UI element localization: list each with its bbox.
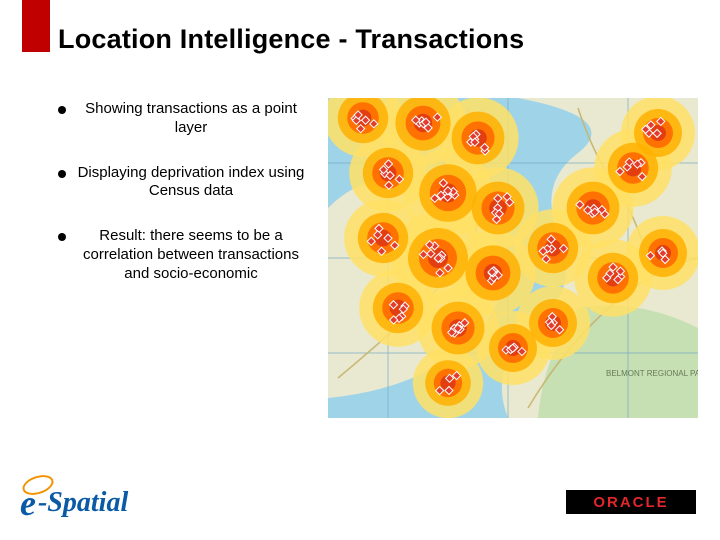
accent-bar (22, 0, 50, 52)
bullet-text: Displaying deprivation index using Censu… (76, 164, 306, 202)
slide: Location Intelligence - Transactions Sho… (0, 0, 720, 540)
bullet-list: Showing transactions as a point layer Di… (58, 100, 318, 309)
bullet-item: Result: there seems to be a correlation … (58, 227, 318, 283)
bullet-dot-icon (58, 233, 66, 241)
bullet-item: Displaying deprivation index using Censu… (58, 164, 318, 202)
slide-title: Location Intelligence - Transactions (58, 24, 524, 55)
logo-espatial-e: e (20, 482, 36, 524)
bullet-text: Showing transactions as a point layer (76, 100, 306, 138)
logo-oracle-text: ORACLE (593, 494, 668, 511)
bullet-item: Showing transactions as a point layer (58, 100, 318, 138)
map-park-label: BELMONT REGIONAL PARK (606, 369, 698, 378)
bullet-text: Result: there seems to be a correlation … (76, 227, 306, 283)
logo-espatial: e -Spatial (20, 482, 128, 524)
bullet-dot-icon (58, 106, 66, 114)
map-image: BELMONT REGIONAL PARK (328, 98, 698, 418)
map-svg: BELMONT REGIONAL PARK (328, 98, 698, 418)
logo-espatial-text: -Spatial (38, 487, 128, 519)
bullet-dot-icon (58, 170, 66, 178)
logo-oracle: ORACLE (566, 490, 696, 514)
footer: e -Spatial ORACLE (0, 476, 720, 526)
